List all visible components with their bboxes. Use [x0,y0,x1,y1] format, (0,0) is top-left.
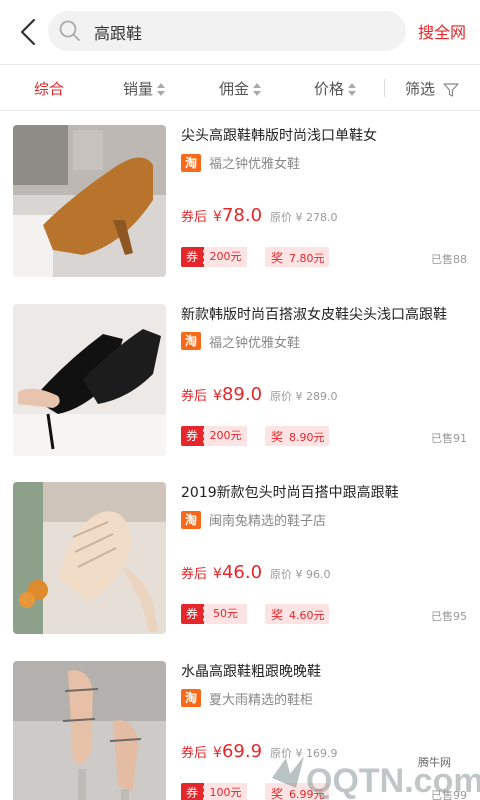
reward-badge: 奖 7.80元 [265,247,329,267]
price-row: 券后 ¥46.0 原价 ¥ 96.0 [181,562,331,583]
sort-bar: 综合 销量 佣金 价格 筛选 [0,64,480,111]
taobao-badge-icon: 淘 [181,153,201,172]
price-row: 券后 ¥89.0 原价 ¥ 289.0 [181,384,338,405]
watermark-logo: QQTN.com [272,756,480,800]
back-arrow-icon[interactable] [14,14,44,50]
reward-amount: 4.60元 [289,609,325,622]
currency-symbol: ¥ [213,566,222,582]
search-all-button[interactable]: 搜全网 [418,19,466,43]
search-header: 高跟鞋 搜全网 [0,0,480,64]
coupon-label: 券 [181,247,203,267]
shop-row: 淘闽南兔精选的鞋子店 [181,509,327,529]
shop-name: 闽南兔精选的鞋子店 [209,514,327,529]
sort-price-tab[interactable]: 价格 [314,78,357,99]
coupon-price: 46.0 [221,562,263,583]
product-card[interactable]: 尖头高跟鞋韩版时尚浅口单鞋女 淘福之钟优雅女鞋 券后 ¥78.0 原价 ¥ 278.… [0,112,480,291]
sold-count: 已售88 [431,253,467,266]
reward-label: 奖 [271,429,284,444]
search-input[interactable]: 高跟鞋 [48,11,406,51]
sort-arrows-icon [157,82,166,98]
coupon-badge[interactable]: 券 200元 [181,425,247,446]
shop-row: 淘福之钟优雅女鞋 [181,152,301,172]
coupon-amount: 200元 [203,247,247,267]
product-image[interactable] [13,125,166,277]
shop-row: 淘夏大雨精选的鞋柜 [181,688,314,708]
original-price: 原价 ¥ 96.0 [270,568,331,581]
coupon-badge[interactable]: 券 200元 [181,247,247,267]
reward-label: 奖 [271,251,284,265]
reward-amount: 8.90元 [289,430,325,444]
coupon-badge[interactable]: 券 100元 [181,782,247,800]
coupon-label: 券 [181,782,203,800]
coupon-label: 券 [181,425,203,446]
shop-name: 福之钟优雅女鞋 [209,335,301,351]
price-row: 券后 ¥78.0 原价 ¥ 278.0 [181,205,338,226]
original-price: 原价 ¥ 278.0 [270,211,338,224]
product-list: 尖头高跟鞋韩版时尚浅口单鞋女 淘福之钟优雅女鞋 券后 ¥78.0 原价 ¥ 278.… [0,112,480,800]
coupon-price: 89.0 [221,383,263,405]
coupon-price: 69.9 [221,740,263,762]
price-prefix: 券后 [181,388,208,404]
product-card[interactable]: 新款韩版时尚百搭淑女皮鞋尖头浅口高跟鞋 淘福之钟优雅女鞋 券后 ¥89.0 原价 ¥… [0,291,480,470]
coupon-amount: 50元 [203,604,247,624]
sold-count: 已售91 [431,431,467,445]
shop-name: 夏大雨精选的鞋柜 [209,692,314,708]
sort-commission-tab[interactable]: 佣金 [219,78,262,99]
sort-arrows-icon [253,82,262,98]
reward-badge: 奖 4.60元 [265,604,329,624]
shop-row: 淘福之钟优雅女鞋 [181,331,301,351]
coupon-label: 券 [181,604,203,624]
price-prefix: 券后 [181,210,208,225]
original-price: 原价 ¥ 289.0 [270,389,338,403]
reward-label: 奖 [271,608,284,622]
taobao-badge-icon: 淘 [181,689,201,707]
svg-text:QQTN.com: QQTN.com [306,762,480,800]
sort-sales-tab[interactable]: 销量 [123,78,166,99]
taobao-badge-icon: 淘 [181,510,201,529]
filter-button[interactable]: 筛选 [405,78,459,99]
reward-amount: 7.80元 [289,252,325,265]
shop-name: 福之钟优雅女鞋 [209,157,301,172]
product-title[interactable]: 2019新款包头时尚百搭中跟高跟鞋 [181,482,471,502]
product-title[interactable]: 新款韩版时尚百搭淑女皮鞋尖头浅口高跟鞋 [181,304,471,324]
product-image[interactable] [13,660,166,800]
taobao-badge-icon: 淘 [181,332,201,350]
product-image[interactable] [13,482,166,634]
coupon-badge[interactable]: 券 50元 [181,604,247,624]
search-icon [59,20,80,41]
price-prefix: 券后 [181,745,208,761]
sort-comprehensive-tab[interactable]: 综合 [34,78,64,99]
currency-symbol: ¥ [213,387,222,404]
filter-funnel-icon [443,82,459,97]
divider [384,79,385,97]
sold-count: 已售95 [431,610,467,623]
coupon-amount: 200元 [203,425,247,446]
reward-badge: 奖 8.90元 [265,425,329,446]
product-title[interactable]: 水晶高跟鞋粗跟晚晚鞋 [181,661,471,681]
coupon-price: 78.0 [221,205,263,226]
product-title[interactable]: 尖头高跟鞋韩版时尚浅口单鞋女 [181,125,471,145]
currency-symbol: ¥ [213,744,222,761]
coupon-amount: 100元 [203,782,247,800]
search-query: 高跟鞋 [94,24,143,43]
price-prefix: 券后 [181,567,208,582]
sort-arrows-icon [348,82,357,98]
currency-symbol: ¥ [213,209,222,225]
product-card[interactable]: 2019新款包头时尚百搭中跟高跟鞋 淘闽南兔精选的鞋子店 券后 ¥46.0 原价 ¥… [0,469,480,648]
product-image[interactable] [13,303,166,456]
